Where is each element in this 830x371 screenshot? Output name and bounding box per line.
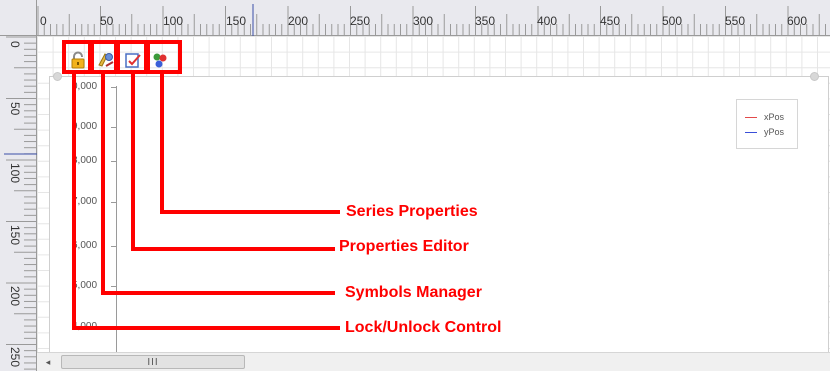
ruler-label: 250 (350, 14, 371, 28)
resize-handle[interactable] (53, 72, 62, 81)
ruler-label: 550 (725, 14, 746, 28)
series-properties-button[interactable] (149, 49, 171, 71)
scroll-thumb-grip: III (147, 356, 159, 368)
callout-series-properties: Series Properties (346, 203, 478, 220)
ruler-label: 50 (8, 102, 22, 116)
legend-swatch (745, 131, 757, 133)
legend-label: xPos (764, 112, 785, 122)
y-tick-label: 5,000 (72, 280, 98, 291)
ruler-corner (0, 0, 37, 36)
y-tick-label: 0,000 (72, 81, 98, 92)
legend-swatch (745, 116, 757, 118)
properties-editor-button[interactable] (122, 49, 144, 71)
y-tick-label: 4,000 (72, 321, 98, 332)
y-tick-mark (111, 87, 116, 88)
legend-label: yPos (764, 127, 785, 137)
ruler-label: 50 (100, 14, 114, 28)
lock-icon (71, 51, 85, 69)
callout-properties-editor: Properties Editor (339, 238, 469, 255)
vertical-ruler: 0 50 100 150 200 250 (0, 36, 37, 371)
legend-item: xPos (745, 112, 784, 122)
y-tick-label: 7,000 (72, 196, 98, 207)
y-tick-mark (111, 202, 116, 203)
ruler-label: 200 (8, 286, 22, 307)
ruler-label: 600 (787, 14, 808, 28)
horizontal-scrollbar[interactable]: ◂ III (37, 352, 830, 371)
y-tick-label: 8,000 (72, 155, 98, 166)
ruler-label: 350 (475, 14, 496, 28)
vertical-ruler-ticks (4, 36, 37, 370)
horizontal-ruler-ticks (37, 4, 826, 36)
ruler-label: 500 (662, 14, 683, 28)
ruler-label: 200 (288, 14, 309, 28)
y-tick-label: 9,000 (72, 121, 98, 132)
symbols-manager-button[interactable] (95, 49, 117, 71)
ruler-label: 150 (8, 225, 22, 246)
y-tick-mark (111, 127, 116, 128)
ruler-label: 150 (226, 14, 247, 28)
scroll-left-arrow[interactable]: ◂ (41, 355, 55, 369)
scroll-thumb[interactable]: III (61, 355, 245, 369)
ruler-label: 400 (537, 14, 558, 28)
callout-symbols-manager: Symbols Manager (345, 284, 482, 301)
y-tick-label: 6,000 (72, 240, 98, 251)
series-properties-icon (153, 53, 167, 68)
ruler-label: 100 (8, 163, 22, 184)
y-tick-mark (111, 161, 116, 162)
ruler-label: 450 (600, 14, 621, 28)
ruler-label: 0 (40, 14, 47, 28)
ruler-label: 300 (413, 14, 434, 28)
chart-legend: xPos yPos (736, 99, 798, 149)
ruler-label: 250 (8, 347, 22, 368)
ruler-label: 0 (8, 41, 22, 48)
ruler-label: 100 (163, 14, 184, 28)
y-tick-mark (111, 286, 116, 287)
y-tick-mark (111, 246, 116, 247)
callout-lock-unlock-control: Lock/Unlock Control (345, 319, 502, 336)
properties-editor-icon (125, 53, 141, 68)
design-canvas[interactable]: 0,000 9,000 8,000 7,000 6,000 5,000 4,00… (37, 36, 830, 352)
lock-unlock-button[interactable] (67, 49, 89, 71)
symbols-icon (98, 53, 114, 67)
y-tick-mark (111, 327, 116, 328)
resize-handle[interactable] (810, 72, 819, 81)
horizontal-ruler: 0 50 100 150 200 250 300 350 400 450 500… (37, 0, 830, 36)
legend-item: yPos (745, 127, 784, 137)
y-axis-line (116, 86, 117, 352)
